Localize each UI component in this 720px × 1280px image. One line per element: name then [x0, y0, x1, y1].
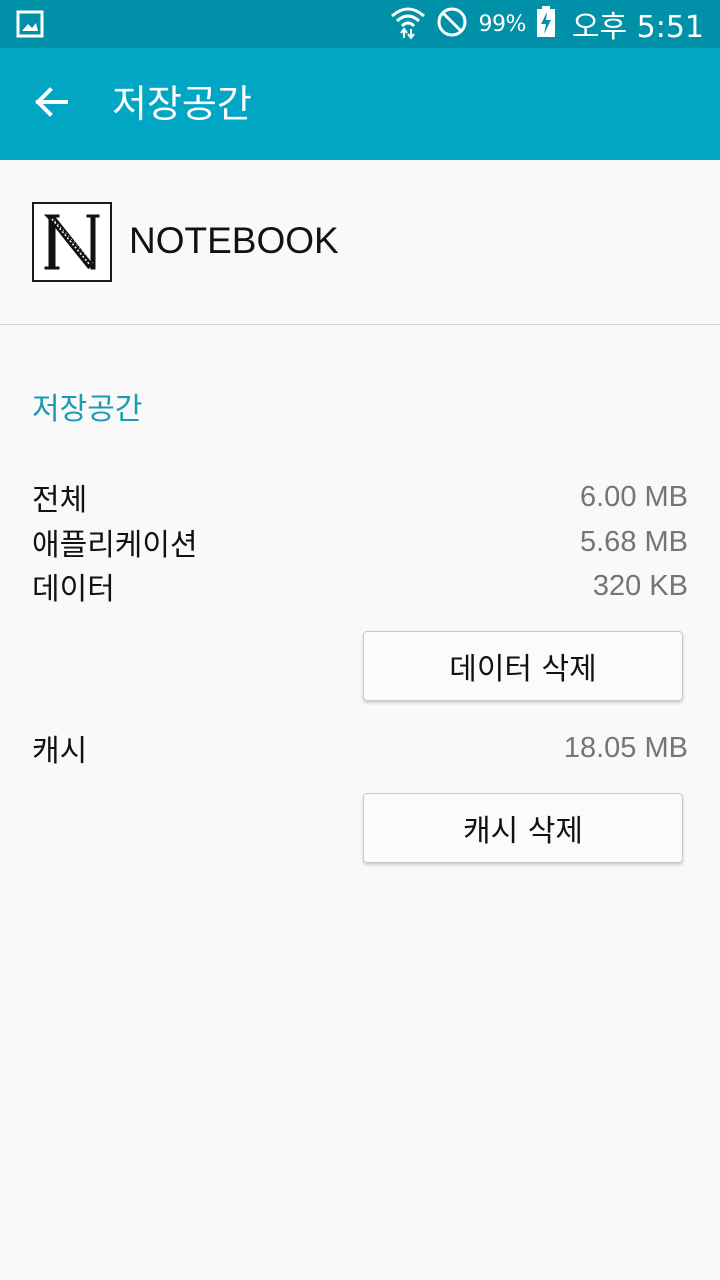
- row-label: 데이터: [32, 572, 115, 607]
- row-value: 5.68 MB: [580, 525, 688, 558]
- row-label: 애플리케이션: [32, 528, 198, 563]
- row-label: 전체: [32, 483, 88, 518]
- battery-percent: 99%: [478, 11, 526, 37]
- storage-row-cache: 캐시 18.05 MB: [32, 726, 688, 770]
- storage-row-total: 전체 6.00 MB: [32, 475, 688, 519]
- do-not-disturb-icon: [436, 6, 468, 42]
- row-label: 캐시: [32, 734, 88, 769]
- status-time: 오후 5:51: [571, 10, 704, 45]
- row-value: 18.05 MB: [563, 731, 688, 764]
- storage-row-data: 데이터 320 KB: [32, 564, 688, 608]
- image-notification-icon: [16, 10, 44, 38]
- wifi-icon: [390, 4, 426, 44]
- row-value: 6.00 MB: [580, 480, 688, 513]
- notebook-app-icon: [32, 202, 112, 282]
- page-title: 저장공간: [112, 82, 252, 126]
- battery-charging-icon: [536, 6, 556, 42]
- row-value: 320 KB: [592, 569, 688, 602]
- storage-row-application: 애플리케이션 5.68 MB: [32, 520, 688, 564]
- clear-data-button[interactable]: 데이터 삭제: [363, 631, 683, 701]
- app-bar: 저장공간: [0, 48, 720, 160]
- storage-section-title: 저장공간: [32, 392, 143, 427]
- arrow-back-icon[interactable]: [32, 82, 72, 126]
- back-button[interactable]: [24, 76, 80, 132]
- status-bar: 99% 오후 5:51: [0, 0, 720, 48]
- app-name: NOTEBOOK: [129, 220, 339, 261]
- app-header: NOTEBOOK: [0, 160, 720, 325]
- clear-cache-button[interactable]: 캐시 삭제: [363, 793, 683, 863]
